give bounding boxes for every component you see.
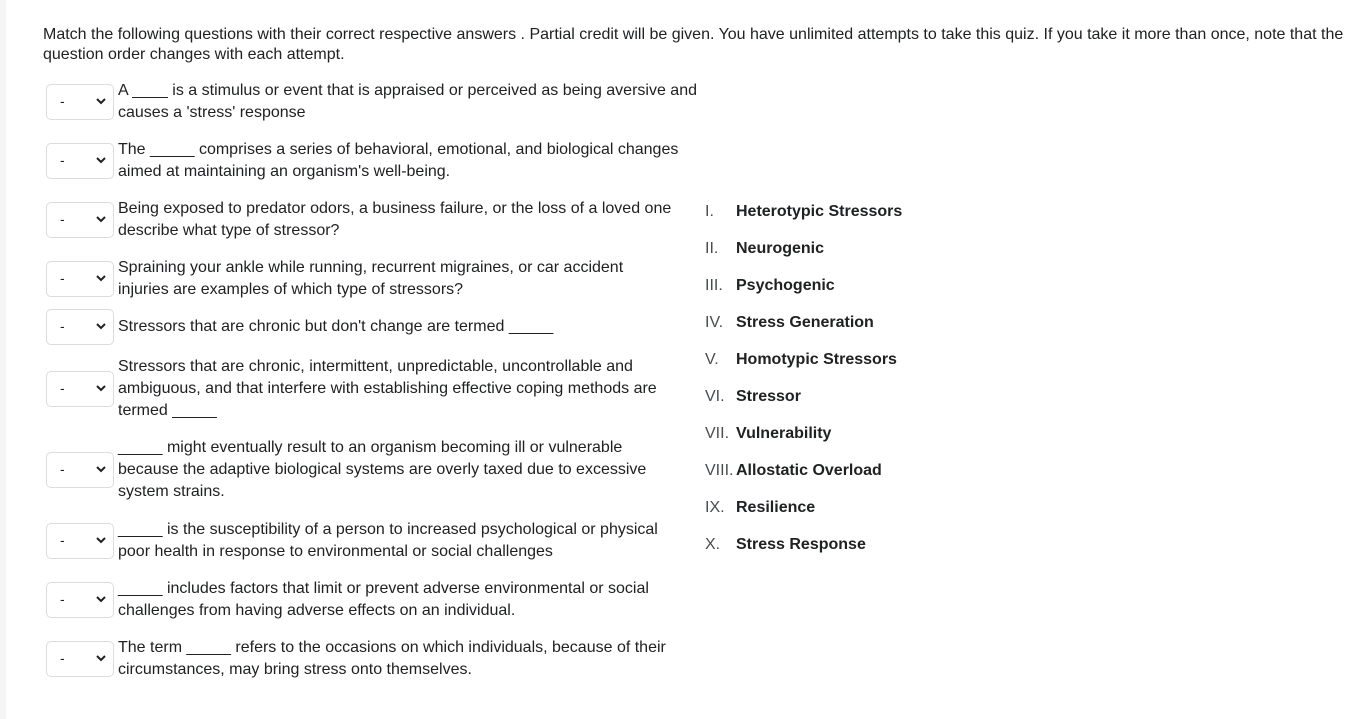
answer-number: V.	[705, 351, 719, 368]
chevron-down-icon	[96, 655, 106, 662]
selected-value: -	[60, 461, 65, 477]
answer-item: VI. Stressor	[705, 386, 902, 423]
answer-number: X.	[705, 536, 721, 553]
answer-number: VIII.	[705, 462, 734, 479]
answer-number: IV.	[705, 314, 724, 331]
question-text: _____ is the susceptibility of a person …	[118, 521, 658, 560]
question-text: The term _____ refers to the occasions o…	[118, 639, 666, 678]
selected-value: -	[60, 93, 65, 109]
question-item: - _____ is the susceptibility of a perso…	[46, 521, 693, 561]
answer-label: Heterotypic Stressors	[736, 203, 903, 220]
answer-label: Resilience	[736, 499, 816, 516]
selected-value: -	[60, 318, 65, 334]
answer-select[interactable]: -	[46, 582, 114, 618]
chevron-down-icon	[96, 596, 106, 603]
question-item: - The term _____ refers to the occasions…	[46, 639, 703, 679]
question-item: - Spraining your ankle while running, re…	[46, 259, 678, 299]
question-text: _____ might eventually result to an orga…	[118, 439, 647, 500]
chevron-down-icon	[96, 537, 106, 544]
answer-label: Stress Generation	[736, 314, 874, 331]
answer-label: Allostatic Overload	[736, 462, 882, 479]
question-text: Stressors that are chronic but don't cha…	[118, 318, 554, 335]
chevron-down-icon	[96, 385, 106, 392]
answer-select[interactable]: -	[46, 371, 114, 407]
answer-number: II.	[705, 240, 719, 257]
answer-label: Stress Response	[736, 536, 866, 553]
selected-value: -	[60, 591, 65, 607]
chevron-down-icon	[96, 98, 106, 105]
question-item: - _____ might eventually result to an or…	[46, 437, 683, 503]
chevron-down-icon	[96, 157, 106, 164]
answer-label: Vulnerability	[736, 425, 832, 442]
quiz-instructions: Match the following questions with their…	[43, 26, 1344, 63]
question-text: The _____ comprises a series of behavior…	[118, 141, 679, 180]
answer-label: Stressor	[736, 388, 801, 405]
answer-number: I.	[705, 203, 714, 220]
answer-select[interactable]: -	[46, 143, 114, 179]
answer-number: VII.	[705, 425, 730, 442]
answer-label: Neurogenic	[736, 240, 825, 257]
question-item: - Stressors that are chronic but don't c…	[46, 309, 698, 345]
question-text: A ____ is a stimulus or event that is ap…	[118, 82, 697, 121]
answer-item: VIII. Allostatic Overload	[705, 460, 902, 497]
answer-item: VII. Vulnerability	[705, 423, 902, 460]
answer-select[interactable]: -	[46, 641, 114, 677]
question-text: Being exposed to predator odors, a busin…	[118, 200, 672, 239]
selected-value: -	[60, 532, 65, 548]
question-item: - A ____ is a stimulus or event that is …	[46, 82, 698, 122]
chevron-down-icon	[96, 275, 106, 282]
answer-select[interactable]: -	[46, 84, 114, 120]
answer-label: Psychogenic	[736, 277, 835, 294]
answer-number: III.	[705, 277, 723, 294]
selected-value: -	[60, 211, 65, 227]
answer-number: VI.	[705, 388, 725, 405]
left-border-strip	[0, 0, 6, 719]
answer-list: I. Heterotypic Stressors II. Neurogenic …	[705, 201, 902, 571]
question-item: - The _____ comprises a series of behavi…	[46, 141, 708, 181]
answer-item: X. Stress Response	[705, 534, 902, 571]
question-text: _____ includes factors that limit or pre…	[118, 580, 649, 619]
answer-label: Homotypic Stressors	[736, 351, 897, 368]
answer-select[interactable]: -	[46, 261, 114, 297]
answer-select[interactable]: -	[46, 452, 114, 488]
selected-value: -	[60, 270, 65, 286]
answer-select[interactable]: -	[46, 523, 114, 559]
chevron-down-icon	[96, 466, 106, 473]
answer-item: IX. Resilience	[705, 497, 902, 534]
answer-item: I. Heterotypic Stressors	[705, 201, 902, 238]
answer-item: III. Psychogenic	[705, 275, 902, 312]
answer-number: IX.	[705, 499, 725, 516]
answer-select[interactable]: -	[46, 202, 114, 238]
answer-select[interactable]: -	[46, 309, 114, 345]
chevron-down-icon	[96, 323, 106, 330]
selected-value: -	[60, 380, 65, 396]
question-item: - _____ includes factors that limit or p…	[46, 580, 693, 620]
question-item: - Being exposed to predator odors, a bus…	[46, 200, 688, 240]
question-text: Stressors that are chronic, intermittent…	[118, 358, 657, 419]
selected-value: -	[60, 650, 65, 666]
selected-value: -	[60, 152, 65, 168]
question-item: - Stressors that are chronic, intermitte…	[46, 356, 708, 422]
answer-item: IV. Stress Generation	[705, 312, 902, 349]
answer-item: II. Neurogenic	[705, 238, 902, 275]
question-text: Spraining your ankle while running, recu…	[118, 259, 624, 298]
answer-item: V. Homotypic Stressors	[705, 349, 902, 386]
chevron-down-icon	[96, 216, 106, 223]
